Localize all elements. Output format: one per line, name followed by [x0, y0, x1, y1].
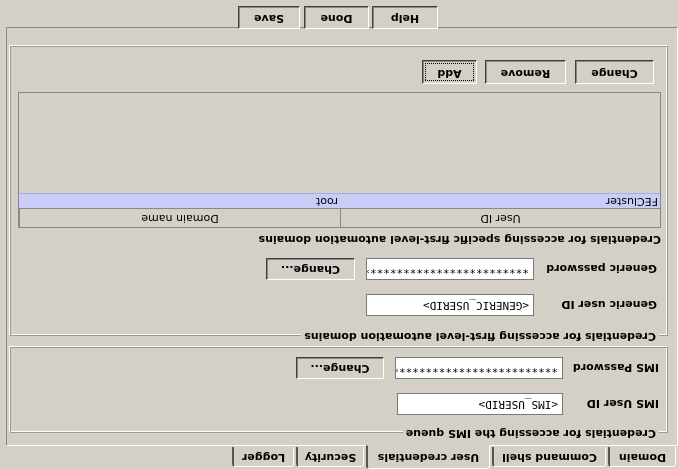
generic-user-id-label: Generic user ID — [561, 298, 657, 311]
table-header: User ID Domain name — [19, 208, 660, 227]
save-button[interactable]: Save — [238, 6, 300, 29]
fla-group-legend: Credentials for accessing first-level au… — [301, 329, 659, 343]
user-credentials-window: Domain Command shell User credentials Se… — [0, 0, 678, 469]
table-row[interactable]: root FECluster — [19, 193, 660, 208]
generic-user-id-input[interactable]: <GENERIC_USERID> — [366, 294, 534, 316]
ims-change-password-button[interactable]: Change... — [296, 357, 384, 379]
generic-password-label: Generic password — [546, 262, 657, 275]
domain-credentials-table: User ID Domain name root FECluster — [18, 92, 661, 228]
tab-bar: Domain Command shell User credentials Se… — [0, 445, 678, 469]
generic-password-input[interactable]: **************************** — [366, 258, 534, 280]
ims-user-id-input[interactable]: <IMS_USERID> — [397, 393, 563, 415]
column-header-user-id[interactable]: User ID — [340, 208, 660, 227]
table-cell-user: root — [315, 195, 338, 208]
tab-security[interactable]: Security — [296, 447, 364, 467]
add-domain-credential-button[interactable]: Add — [422, 60, 477, 84]
done-button[interactable]: Done — [304, 6, 369, 29]
ims-group-legend: Credentials for accessing the IMS queue — [402, 426, 659, 440]
ims-password-label: IMS Password — [572, 361, 659, 374]
help-button[interactable]: Help — [372, 6, 438, 29]
tab-command-shell[interactable]: Command shell — [492, 447, 606, 467]
change-domain-credential-button[interactable]: Change — [575, 60, 654, 84]
column-header-domain-name[interactable]: Domain name — [19, 208, 340, 227]
tab-domain[interactable]: Domain — [608, 447, 676, 467]
generic-change-password-button[interactable]: Change... — [266, 258, 355, 280]
remove-domain-credential-button[interactable]: Remove — [485, 60, 566, 84]
table-cell-domain: FECluster — [605, 195, 658, 208]
ims-credentials-group: Credentials for accessing the IMS queue … — [10, 347, 668, 440]
specific-domains-legend: Credentials for accessing specific first… — [258, 233, 661, 246]
ims-user-id-label: IMS User ID — [586, 397, 659, 410]
fla-credentials-group: Credentials for accessing first-level au… — [10, 46, 668, 343]
ims-password-input[interactable]: **************************** — [395, 357, 563, 379]
tab-user-credentials[interactable]: User credentials — [366, 445, 490, 469]
tab-logger[interactable]: Logger — [232, 447, 294, 467]
